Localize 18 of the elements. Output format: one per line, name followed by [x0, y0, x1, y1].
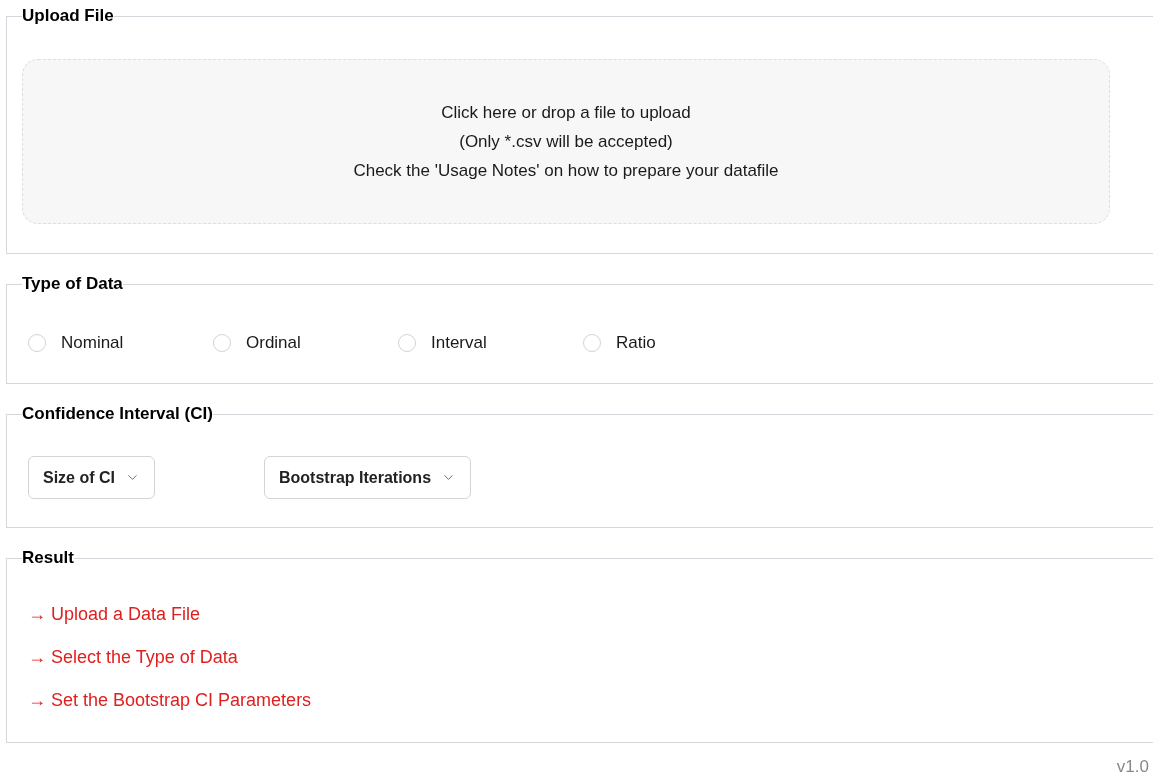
dropdown-select[interactable]: Size of CI	[28, 456, 155, 499]
section-title: Upload File	[22, 5, 114, 27]
radio-label[interactable]: Interval	[431, 330, 487, 356]
radio-label[interactable]: Ratio	[616, 330, 656, 356]
dropzone-text: Click here or drop a file to upload	[441, 102, 691, 124]
section-title: Type of Data	[22, 273, 123, 295]
result-message: → Upload a Data File	[28, 603, 202, 626]
radio-label[interactable]: Nominal	[61, 330, 124, 356]
section-title: Confidence Interval (CI)	[22, 403, 213, 425]
result-message: → Set the Bootstrap CI Parameters	[28, 689, 313, 712]
file-dropzone[interactable]: Click here or drop a file to upload (Only *.csv will be accepted) Check the 'Usage Notes' on how to prepare your datafile	[22, 59, 1110, 224]
result-message: → Select the Type of Data	[28, 646, 239, 669]
dropdown-select[interactable]: Bootstrap Iterations	[264, 456, 472, 499]
version-label: v1.0	[1116, 755, 1149, 778]
section-title: Result	[22, 547, 74, 569]
dropzone-text: Check the 'Usage Notes' on how to prepare your datafile	[353, 160, 779, 182]
dropzone-text: (Only *.csv will be accepted)	[459, 131, 673, 153]
radio-label[interactable]: Ordinal	[246, 330, 301, 356]
